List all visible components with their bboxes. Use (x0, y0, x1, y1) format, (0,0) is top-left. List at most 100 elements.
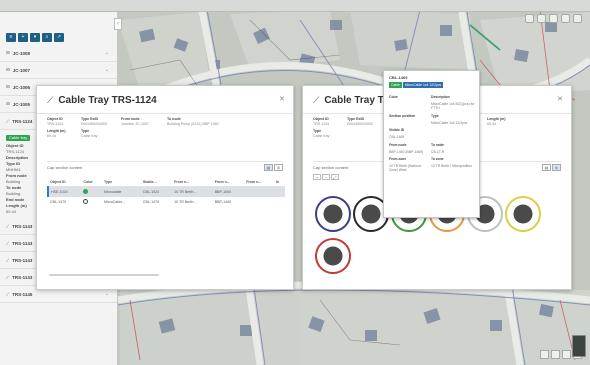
tooltip-key: Section position (389, 113, 416, 118)
table-cell (244, 197, 274, 207)
cable-core (323, 246, 343, 266)
column-header[interactable]: Object ID (48, 178, 82, 187)
measure-tool-icon[interactable] (537, 14, 546, 23)
column-header[interactable]: Color (81, 178, 103, 187)
cable-tray-icon: ⟋ (47, 95, 54, 105)
properties-grid: Object ID TRS-1124 Type ExID 0004459204000… (47, 117, 237, 138)
junction-icon: ⊟ (6, 50, 10, 55)
tooltip-value: CBL-1469 (389, 135, 405, 140)
property-value: TRS-1124 (47, 122, 64, 126)
left-panel-item[interactable]: ⊟ JC-1007 ⌄ (0, 62, 117, 79)
tooltip-fields: Color Description MicroCable 1x4 B2C(pcs… (389, 95, 475, 173)
table-cell: BBP-1440 (214, 200, 232, 204)
cable-tooltip: CBL-1469 Cable MicroCable 1x4 12/2pcs Co… (383, 70, 480, 218)
cable-tray-dialog-table: ⟋ Cable Tray TRS-1124 ✕ Object ID TRS-112… (36, 85, 294, 290)
tooltip-key: To zone (431, 157, 444, 162)
color-swatch (83, 199, 89, 204)
detail-label: From node (6, 173, 27, 178)
list-view-icon[interactable]: ≡ (6, 33, 16, 42)
table-cell (81, 197, 102, 207)
detail-value: Building (6, 179, 21, 184)
tooltip-value: CB-1T-R (431, 149, 445, 154)
property-value: Building Pump (8131) BBP 1960 (167, 122, 219, 126)
table-view-icon[interactable]: ▤ (264, 164, 273, 171)
cable-tray-icon: ⟋ (6, 240, 10, 246)
table-cell (81, 186, 103, 197)
property-key: From node (121, 117, 140, 121)
property-key: Object ID (47, 117, 63, 121)
home-extent-icon[interactable] (562, 350, 571, 359)
tooltip-type-tag: Cable (389, 82, 402, 88)
close-icon[interactable]: ✕ (279, 95, 285, 103)
table-row[interactable]: HSE-1024 Microcable CBL-1024 10 TR Berth… (46, 186, 285, 197)
table-cell: CBL-1470 (50, 200, 67, 204)
table-row[interactable]: CBL-1470 MicroCable... CBL-1470 10 TR Be… (48, 197, 285, 207)
property-value: Junction JC-1007 (121, 122, 149, 126)
tooltip-value: 10 TR Berth (Balticon Zone) West (389, 164, 422, 173)
cable-cross-section[interactable] (505, 196, 541, 232)
cable-core (513, 204, 533, 224)
detail-value: MHHM1 (6, 167, 21, 172)
column-header[interactable]: From n... (212, 178, 245, 187)
layers-tool-icon[interactable] (549, 14, 558, 23)
left-panel-item-label: TRS-1143 (12, 257, 33, 263)
cable-table: Object ID Color Type Stable... From n...… (46, 178, 285, 207)
property-key: To node (167, 117, 181, 121)
table-cell: 10 TR Berth... (174, 200, 197, 204)
detail-value: Building (6, 191, 21, 196)
detail-label: Object ID (6, 143, 24, 148)
horizontal-scrollbar[interactable] (49, 274, 159, 276)
junction-icon: ⊟ (6, 67, 10, 72)
column-header[interactable]: Type (102, 178, 141, 187)
table-cell (273, 186, 285, 197)
map-toolbar (525, 14, 582, 23)
column-header[interactable]: Stable... (140, 178, 173, 187)
left-panel-item[interactable]: ⊟ JC-1008 ⌄ (0, 45, 117, 62)
zoom-out-icon[interactable] (551, 350, 560, 359)
table-cell (244, 186, 274, 197)
column-header[interactable]: From n... (172, 178, 213, 187)
cable-tray-icon: ⟋ (6, 223, 10, 229)
table-cell: MicroCable... (104, 200, 126, 204)
tooltip-key (431, 128, 475, 132)
search-icon[interactable]: ⌕ (42, 33, 52, 42)
add-icon[interactable]: + (18, 33, 28, 42)
collapse-panel-button[interactable]: ‹ (114, 18, 122, 30)
print-tool-icon[interactable] (561, 14, 570, 23)
cable-tray-icon: ⟋ (6, 291, 10, 297)
export-icon[interactable]: ↗ (54, 33, 64, 42)
zoom-in-icon[interactable] (540, 350, 549, 359)
cable-cross-section[interactable] (315, 238, 351, 274)
detail-label: To node (6, 185, 22, 190)
tooltip-title: CBL-1469 (389, 75, 408, 80)
column-header[interactable]: From n... (244, 178, 274, 187)
left-panel-item-label: JC-1007 (12, 67, 31, 73)
section-label: Cap section content (47, 165, 83, 170)
filter-icon[interactable]: ▾ (30, 33, 40, 42)
column-header[interactable]: In (273, 178, 285, 187)
table-cell: CBL-1024 (140, 186, 173, 197)
detail-label: Length (m) (6, 203, 27, 208)
property-value: 69.44 (47, 134, 56, 138)
tooltip-key: From zone (389, 157, 407, 162)
cable-cross-section[interactable] (315, 196, 351, 232)
tooltip-model-tag: MicroCable 1x4 12/2pcs (402, 82, 444, 88)
left-panel-item-label: JC-1005 (12, 101, 31, 107)
tooltip-value: 10 TR Berth / Microposition (431, 164, 473, 169)
tooltip-value (389, 121, 431, 125)
property: From node Junction JC-1007 (121, 117, 167, 126)
junction-icon: ⊟ (6, 84, 10, 89)
minimap[interactable] (572, 335, 586, 357)
tooltip-value: MicroCable 1x4 B2C(pcs) for FTTH (431, 102, 475, 111)
tooltip-key: Visible ID (389, 128, 405, 133)
chevron-down-icon: ⌄ (104, 67, 109, 73)
left-panel-toolbar: ≡ + ▾ ⌕ ↗ (0, 30, 117, 45)
tooltip-key: To node (431, 142, 444, 147)
table-cell: 10 TR Berth... (172, 186, 213, 197)
cross-section-view-icon[interactable]: ◎ (274, 164, 283, 171)
tooltip-value (431, 135, 475, 139)
settings-tool-icon[interactable] (573, 14, 582, 23)
select-tool-icon[interactable] (525, 14, 534, 23)
color-swatch (83, 189, 89, 194)
dialog-title: ⟋ Cable Tray TRS-1124 (47, 95, 157, 106)
